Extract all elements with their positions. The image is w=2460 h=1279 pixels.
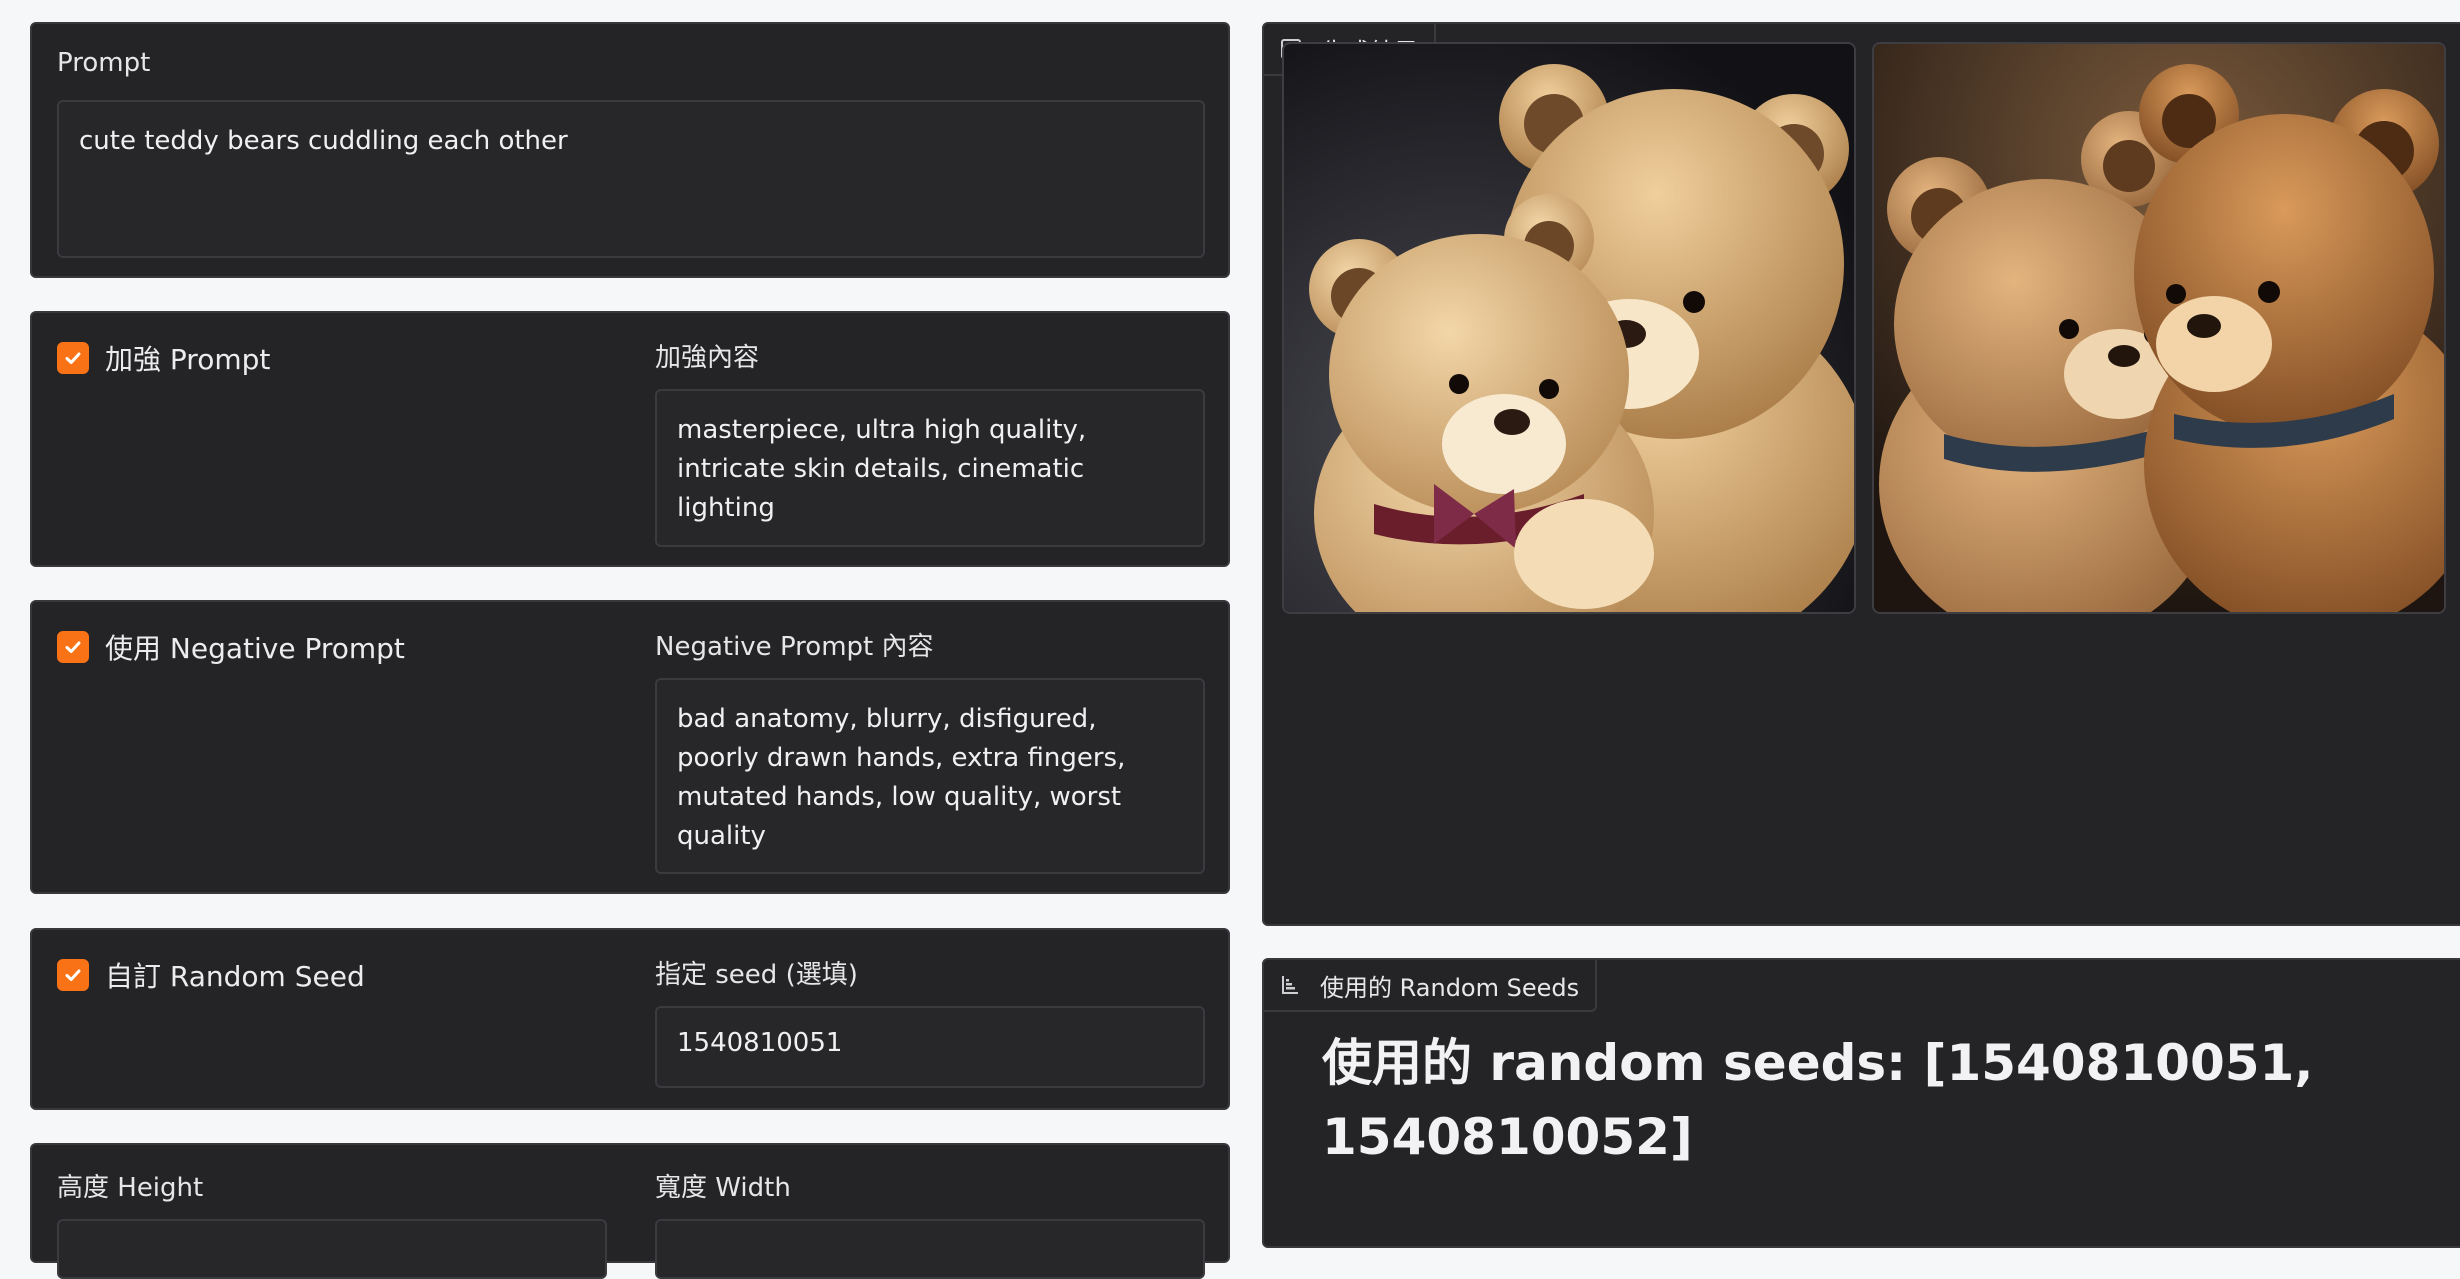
seeds-label: 使用的 Random Seeds xyxy=(1320,973,1580,1002)
gallery-panel: 生成結果 xyxy=(1262,22,2460,926)
chart-icon xyxy=(1282,976,1298,994)
negative-checkbox-row[interactable]: 使用 Negative Prompt xyxy=(57,627,405,667)
enhance-content-label: 加強內容 xyxy=(655,343,760,373)
check-icon xyxy=(65,641,81,653)
seed-checkbox-label: 自訂 Random Seed xyxy=(105,960,365,993)
prompt-label: Prompt xyxy=(57,48,151,78)
width-input[interactable] xyxy=(655,1219,1205,1279)
seed-label: 指定 seed (選填) xyxy=(655,960,858,990)
size-panel: 高度 Height 寬度 Width xyxy=(30,1143,1230,1279)
seed-checkbox-row[interactable]: 自訂 Random Seed xyxy=(57,955,365,995)
random-seeds-text: 使用的 random seeds: [1540810051, 154081005… xyxy=(1322,1034,2314,1166)
negative-content-input[interactable]: bad anatomy, blurry, disfigured, poorly … xyxy=(655,678,1205,874)
seeds-tag: 使用的 Random Seeds xyxy=(1264,960,1598,1012)
width-label: 寬度 Width xyxy=(655,1173,791,1203)
negative-checkbox[interactable] xyxy=(57,631,89,663)
enhance-panel: 加強 Prompt 加強內容 masterpiece, ultra high q… xyxy=(30,311,1230,567)
teddy-bears-image-1[interactable] xyxy=(1282,42,1856,614)
height-input[interactable] xyxy=(57,1219,607,1279)
enhance-checkbox-label: 加強 Prompt xyxy=(105,343,271,376)
prompt-input[interactable]: cute teddy bears cuddling each other xyxy=(57,100,1205,258)
seeds-output-panel: 使用的 Random Seeds 使用的 random seeds: [1540… xyxy=(1262,958,2460,1248)
check-icon xyxy=(65,352,81,364)
seed-panel: 自訂 Random Seed 指定 seed (選填) 1540810051 xyxy=(30,928,1230,1110)
negative-content-label: Negative Prompt 內容 xyxy=(655,632,934,662)
prompt-panel: Prompt cute teddy bears cuddling each ot… xyxy=(30,22,1230,278)
check-icon xyxy=(65,969,81,981)
enhance-checkbox-row[interactable]: 加強 Prompt xyxy=(57,338,270,378)
seed-input[interactable]: 1540810051 xyxy=(655,1006,1205,1088)
teddy-bears-image-2[interactable] xyxy=(1872,42,2446,614)
negative-prompt-panel: 使用 Negative Prompt Negative Prompt 內容 ba… xyxy=(30,600,1230,894)
negative-checkbox-label: 使用 Negative Prompt xyxy=(105,632,405,665)
height-label: 高度 Height xyxy=(57,1173,204,1203)
seed-checkbox[interactable] xyxy=(57,959,89,991)
enhance-checkbox[interactable] xyxy=(57,342,89,374)
enhance-content-input[interactable]: masterpiece, ultra high quality, intrica… xyxy=(655,389,1205,547)
